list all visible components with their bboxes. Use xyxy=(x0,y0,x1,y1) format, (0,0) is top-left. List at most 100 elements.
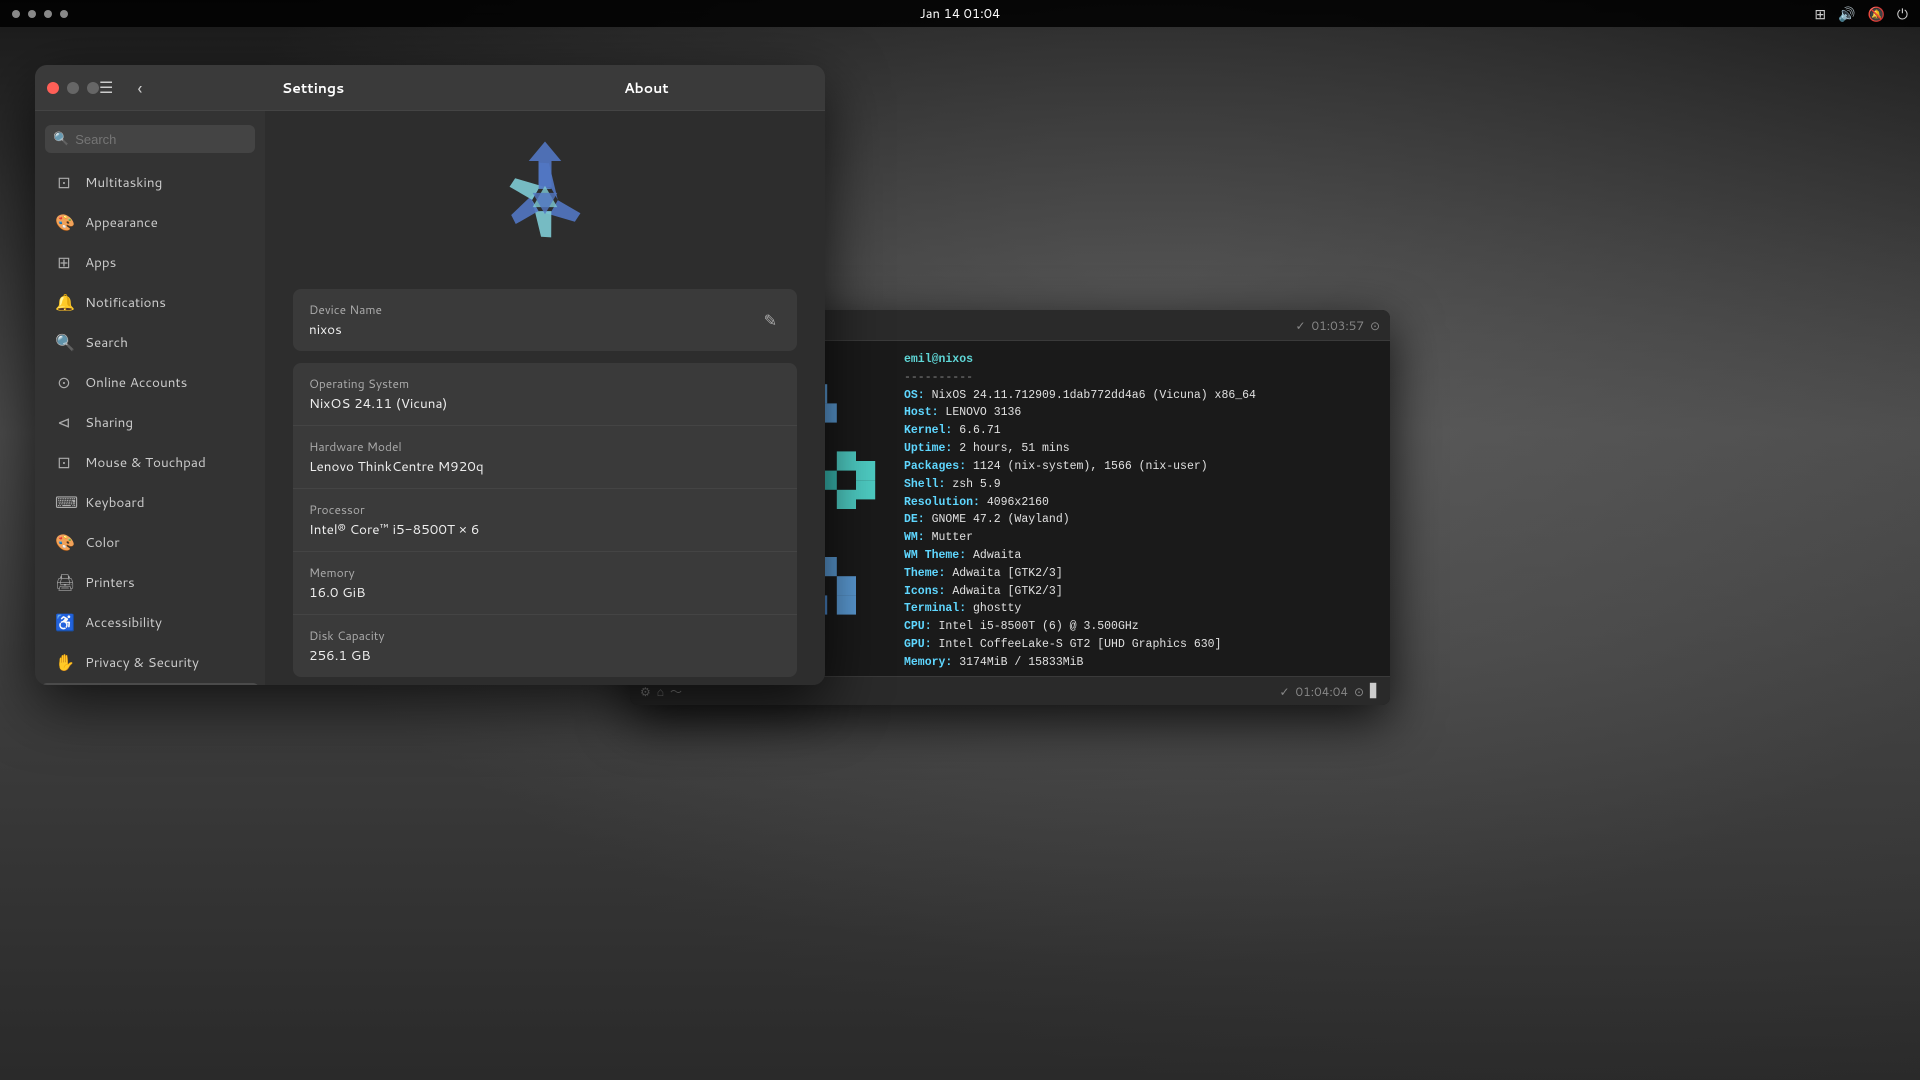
term-terminal-val: ghostty xyxy=(973,602,1021,615)
sidebar-item-appearance[interactable]: 🎨 Appearance xyxy=(41,203,259,242)
sidebar-item-label: Color xyxy=(85,533,120,552)
volume-icon[interactable]: 🔊 xyxy=(1838,4,1855,24)
settings-sidebar: 🔍 ⊡ Multitasking 🎨 Appearance ⊞ Apps 🔔 N… xyxy=(35,111,265,685)
term-kernel-key: Kernel: xyxy=(904,424,959,437)
topbar-left xyxy=(12,10,68,18)
os-value: NixOS 24.11 (Vicuna) xyxy=(309,394,447,413)
disk-row: Disk Capacity 256.1 GB xyxy=(293,615,797,677)
term-host-key: Host: xyxy=(904,406,945,419)
hamburger-menu-button[interactable]: ☰ xyxy=(99,76,113,99)
settings-main-content: Device Name nixos ✎ Operating System Nix… xyxy=(265,111,825,685)
back-button[interactable]: ‹ xyxy=(137,75,142,101)
about-title: About xyxy=(480,78,813,98)
sidebar-item-label: Accessibility xyxy=(85,613,162,632)
term-shell-val: zsh 5.9 xyxy=(952,478,1000,491)
accessibility-icon: ♿ xyxy=(55,611,73,634)
device-name-value: nixos xyxy=(309,320,382,339)
sidebar-item-label: Printers xyxy=(85,573,135,592)
sidebar-item-label: Apps xyxy=(85,253,116,272)
term-os-key: OS: xyxy=(904,389,932,402)
color-icon: 🎨 xyxy=(55,531,73,554)
sidebar-item-multitasking[interactable]: ⊡ Multitasking xyxy=(41,163,259,202)
separator-display: ---------- xyxy=(904,371,973,384)
bell-icon[interactable]: 🔕 xyxy=(1867,4,1884,24)
nixos-logo-area xyxy=(293,135,797,265)
nixos-logo xyxy=(480,135,610,265)
topbar-clock: Jan 14 01:04 xyxy=(920,5,1001,23)
term-wmtheme-val: Adwaita xyxy=(973,549,1021,562)
terminal-text-area: emil@nixos ---------- OS: NixOS 24.11.71… xyxy=(890,341,1390,676)
sidebar-item-label: Appearance xyxy=(85,213,158,232)
device-name-section: Device Name nixos ✎ xyxy=(293,289,797,351)
disk-value: 256.1 GB xyxy=(309,646,385,665)
sidebar-item-apps[interactable]: ⊞ Apps xyxy=(41,243,259,282)
online-accounts-icon: ⊙ xyxy=(55,371,73,394)
wave-bottom-icon: 〜 xyxy=(670,683,682,700)
network-icon[interactable]: ⊞ xyxy=(1814,4,1826,24)
sidebar-item-label: Privacy & Security xyxy=(85,653,199,672)
processor-row: Processor Intel® Core™ i5-8500T × 6 xyxy=(293,489,797,552)
term-memory-key: Memory: xyxy=(904,656,959,669)
processor-value: Intel® Core™ i5-8500T × 6 xyxy=(309,520,479,539)
term-theme-key: Theme: xyxy=(904,567,952,580)
settings-body: 🔍 ⊡ Multitasking 🎨 Appearance ⊞ Apps 🔔 N… xyxy=(35,111,825,685)
sidebar-item-label: Search xyxy=(85,333,128,352)
hardware-label: Hardware Model xyxy=(309,438,484,455)
device-name-info: Device Name nixos xyxy=(309,301,382,339)
power-icon[interactable]: ⏻ xyxy=(1897,4,1908,24)
clock-icon: ⊙ xyxy=(1370,317,1380,334)
terminal-time-2: 01:04:04 xyxy=(1296,683,1348,700)
sidebar-item-notifications[interactable]: 🔔 Notifications xyxy=(41,283,259,322)
sidebar-item-label: Keyboard xyxy=(85,493,145,512)
term-packages-key: Packages: xyxy=(904,460,973,473)
sidebar-item-label: Mouse & Touchpad xyxy=(85,453,206,472)
topbar-dot-1 xyxy=(12,10,20,18)
term-uptime-key: Uptime: xyxy=(904,442,959,455)
term-os-val: NixOS 24.11.712909.1dab772dd4a6 (Vicuna)… xyxy=(932,389,1256,402)
check-bottom-icon: ✓ xyxy=(1279,683,1289,700)
system-info-section: Operating System NixOS 24.11 (Vicuna) Ha… xyxy=(293,363,797,677)
settings-title: Settings xyxy=(146,78,479,98)
privacy-icon: ✋ xyxy=(55,651,73,674)
sharing-icon: ⊲ xyxy=(55,411,73,434)
sidebar-item-system[interactable]: ⚙ System xyxy=(41,683,259,685)
terminal-time-1: 01:03:57 xyxy=(1312,317,1364,334)
terminal-tab-right: ✓ 01:03:57 ⊙ xyxy=(1295,317,1380,334)
term-de-key: DE: xyxy=(904,513,932,526)
sidebar-item-privacy-security[interactable]: ✋ Privacy & Security xyxy=(41,643,259,682)
sidebar-item-label: Sharing xyxy=(85,413,133,432)
term-icons-key: Icons: xyxy=(904,585,952,598)
term-memory-val: 3174MiB / 15833MiB xyxy=(959,656,1083,669)
sidebar-item-search[interactable]: 🔍 Search xyxy=(41,323,259,362)
sidebar-item-color[interactable]: 🎨 Color xyxy=(41,523,259,562)
topbar-dot-2 xyxy=(28,10,36,18)
term-packages-val: 1124 (nix-system), 1566 (nix-user) xyxy=(973,460,1208,473)
sidebar-search-box[interactable]: 🔍 xyxy=(45,125,255,153)
term-de-val: GNOME 47.2 (Wayland) xyxy=(932,513,1070,526)
term-shell-key: Shell: xyxy=(904,478,952,491)
processor-label: Processor xyxy=(309,501,479,518)
os-row: Operating System NixOS 24.11 (Vicuna) xyxy=(293,363,797,426)
mouse-icon: ⊡ xyxy=(55,451,73,474)
os-label: Operating System xyxy=(309,375,447,392)
clock-bottom-icon: ⊙ xyxy=(1354,683,1364,700)
terminal-bottom-right: ✓ 01:04:04 ⊙ ▋ xyxy=(1279,682,1380,700)
topbar-dot-4 xyxy=(60,10,68,18)
memory-row: Memory 16.0 GiB xyxy=(293,552,797,615)
sidebar-item-online-accounts[interactable]: ⊙ Online Accounts xyxy=(41,363,259,402)
window-close-button[interactable] xyxy=(47,82,59,94)
edit-device-name-button[interactable]: ✎ xyxy=(760,305,781,336)
sidebar-item-printers[interactable]: 🖨 Printers xyxy=(41,563,259,602)
search-nav-icon: 🔍 xyxy=(55,331,73,354)
window-maximize-button[interactable] xyxy=(87,82,99,94)
topbar: Jan 14 01:04 ⊞ 🔊 🔕 ⏻ xyxy=(0,0,1920,27)
gear-bottom-icon: ⚙ xyxy=(640,683,651,700)
sidebar-item-sharing[interactable]: ⊲ Sharing xyxy=(41,403,259,442)
sidebar-item-keyboard[interactable]: ⌨ Keyboard xyxy=(41,483,259,522)
sidebar-item-label: Notifications xyxy=(85,293,166,312)
search-input[interactable] xyxy=(75,132,247,147)
settings-titlebar: ☰ ‹ Settings About xyxy=(35,65,825,111)
window-minimize-button[interactable] xyxy=(67,82,79,94)
sidebar-item-accessibility[interactable]: ♿ Accessibility xyxy=(41,603,259,642)
sidebar-item-mouse-touchpad[interactable]: ⊡ Mouse & Touchpad xyxy=(41,443,259,482)
